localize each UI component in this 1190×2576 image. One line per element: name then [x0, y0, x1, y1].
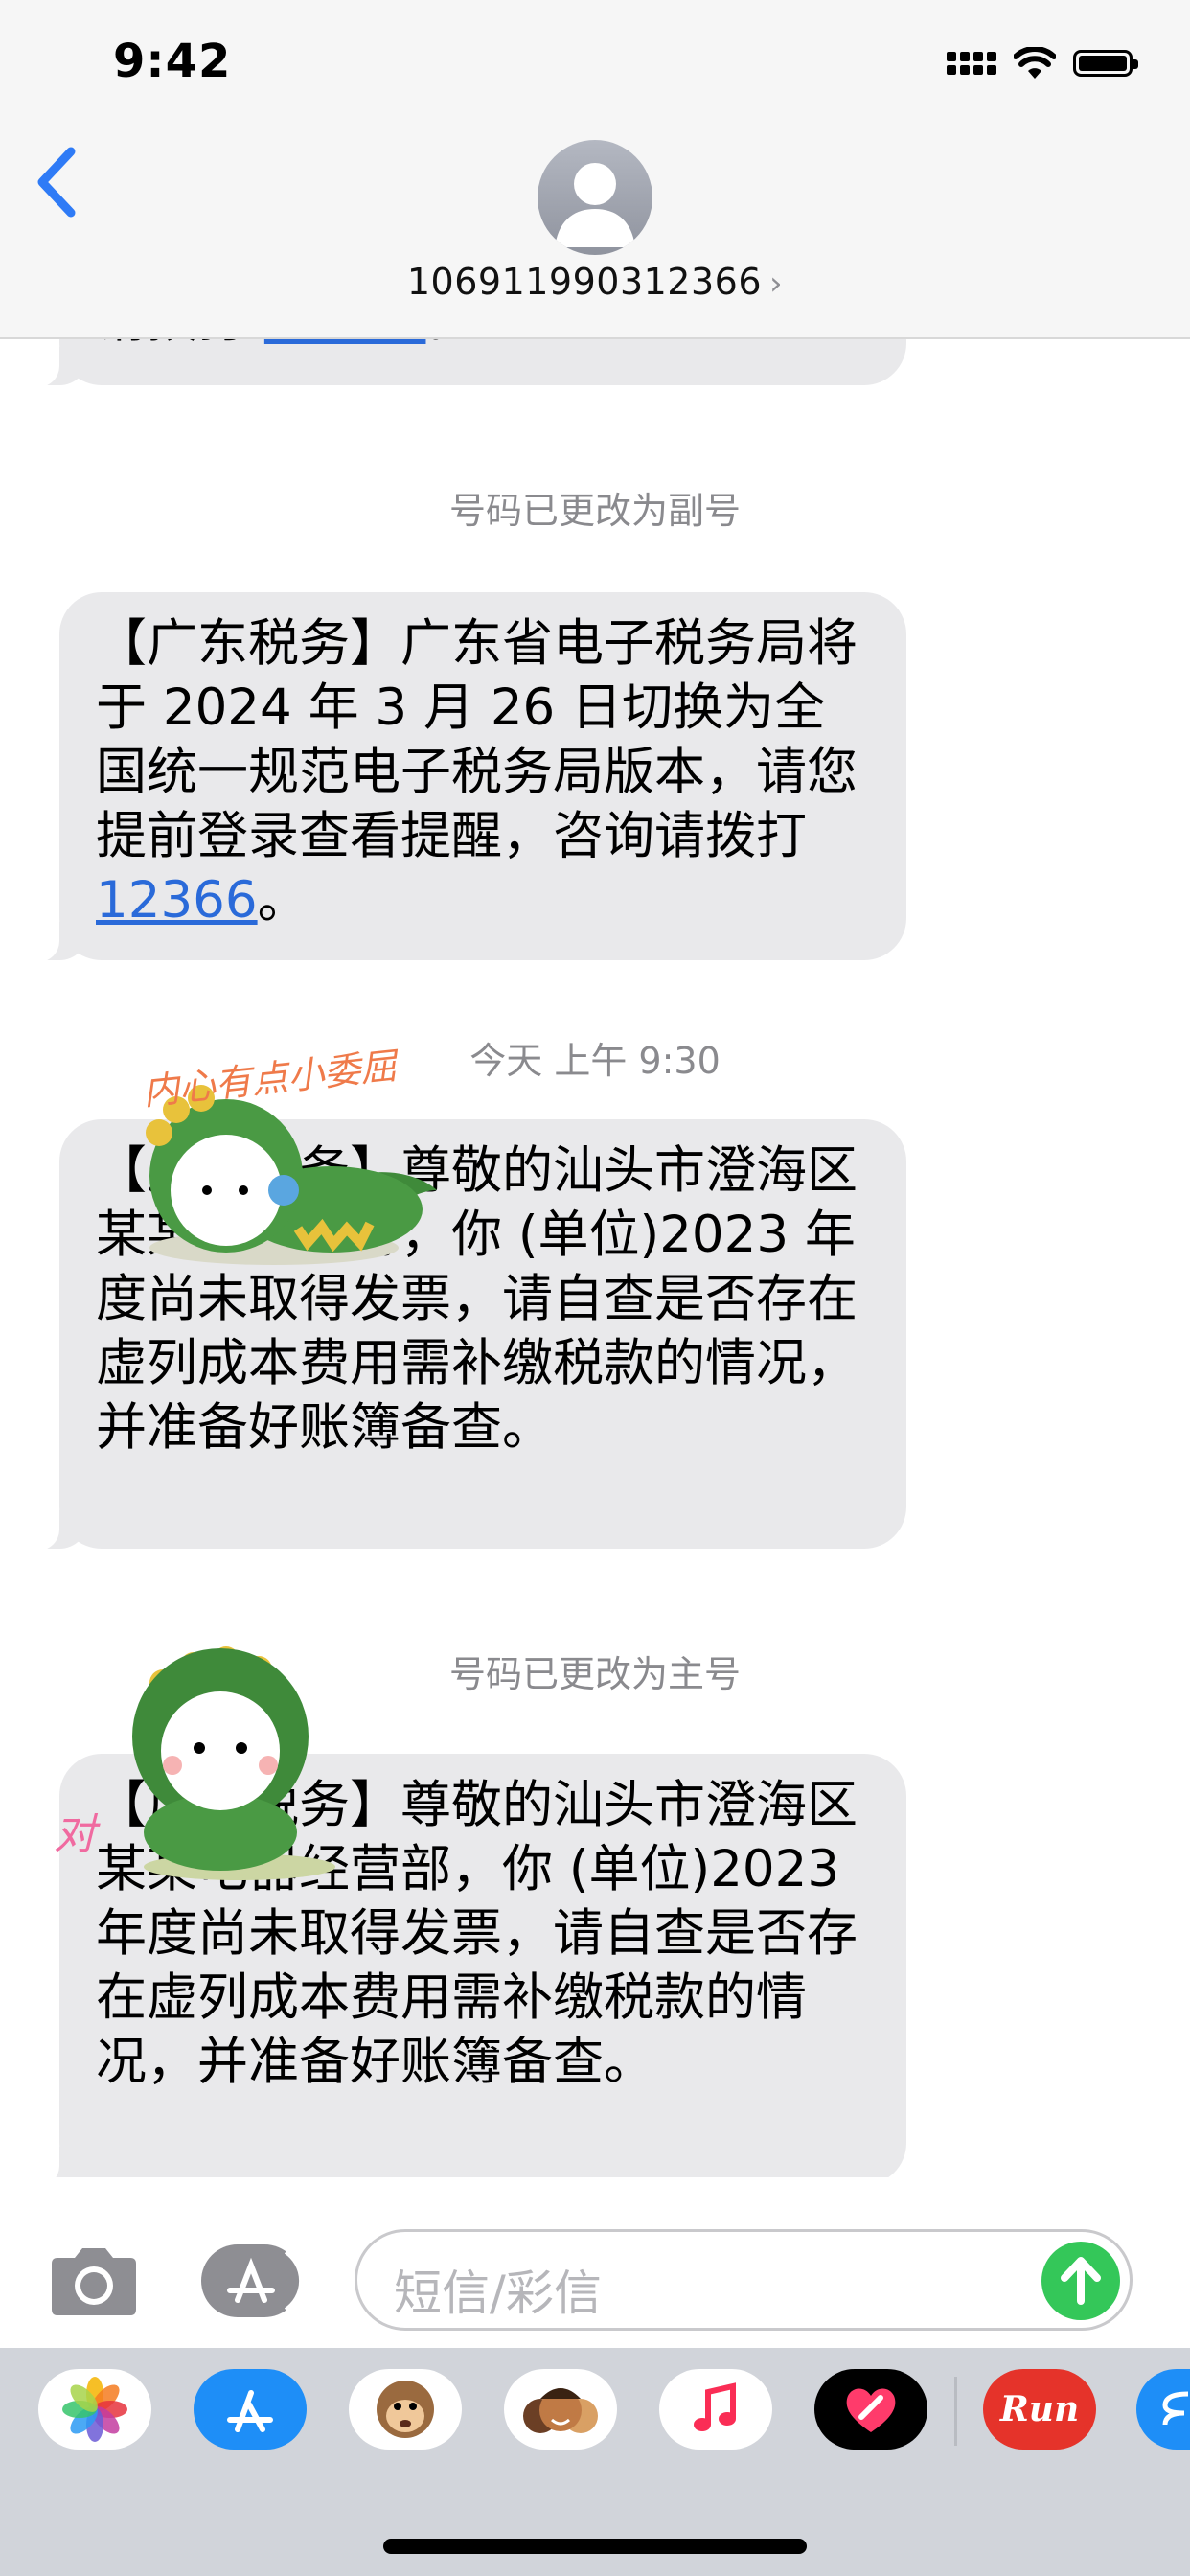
animoji-monkey-icon[interactable]	[349, 2369, 462, 2450]
message-bubble-partial[interactable]: 请拨打 12366。	[33, 337, 906, 387]
chevron-right-icon: ›	[769, 264, 784, 303]
memoji-icon[interactable]	[504, 2369, 617, 2450]
compose-bar: 短信/彩信	[0, 2204, 1190, 2348]
camera-icon[interactable]	[46, 2242, 142, 2319]
status-time: 9:42	[113, 34, 232, 88]
contact-number[interactable]: 106911990312366	[407, 261, 762, 303]
wifi-icon	[1014, 47, 1056, 79]
person-silhouette-icon	[555, 163, 635, 247]
drawer-separator	[954, 2377, 957, 2446]
arrow-up-icon	[1061, 2257, 1101, 2305]
message-input-placeholder: 短信/彩信	[394, 2266, 602, 2321]
number-change-notice: 号码已更改为副号	[448, 490, 741, 532]
message-bubble[interactable]: 【广东税务】广东省电子税务局将于 2024 年 3 月 26 日切换为全国统一规…	[33, 592, 906, 962]
contact-name[interactable]: 106911990312366 ›	[0, 261, 1190, 303]
partial-app-icon[interactable]	[1136, 2369, 1190, 2450]
digital-touch-icon[interactable]	[814, 2369, 927, 2450]
contact-avatar[interactable]	[538, 140, 652, 255]
message-input[interactable]: 短信/彩信	[355, 2229, 1133, 2331]
home-indicator[interactable]	[383, 2539, 807, 2554]
run-app-icon[interactable]: Run	[983, 2369, 1096, 2450]
status-icons	[947, 44, 1138, 82]
cellular-signal-icon	[947, 52, 996, 75]
music-app-icon[interactable]	[659, 2369, 772, 2450]
app-store-button-icon[interactable]	[201, 2244, 301, 2317]
conversation-header: 9:42 106911990312366 ›	[0, 0, 1190, 339]
message-list[interactable]: 请拨打 12366。 号码已更改为副号 【广东税务】广东省电子税务局将于 202…	[0, 337, 1190, 2177]
run-app-label: Run	[999, 2389, 1080, 2429]
sticker-caption: 对	[54, 1810, 96, 1859]
send-button[interactable]	[1041, 2242, 1120, 2320]
phone-link[interactable]: 12366	[96, 871, 258, 930]
photos-app-icon[interactable]	[38, 2369, 151, 2450]
back-chevron-icon[interactable]	[29, 144, 86, 220]
app-store-icon[interactable]	[194, 2369, 307, 2450]
dinosaur-sticker[interactable]	[115, 1641, 345, 1880]
battery-icon	[1073, 50, 1138, 77]
